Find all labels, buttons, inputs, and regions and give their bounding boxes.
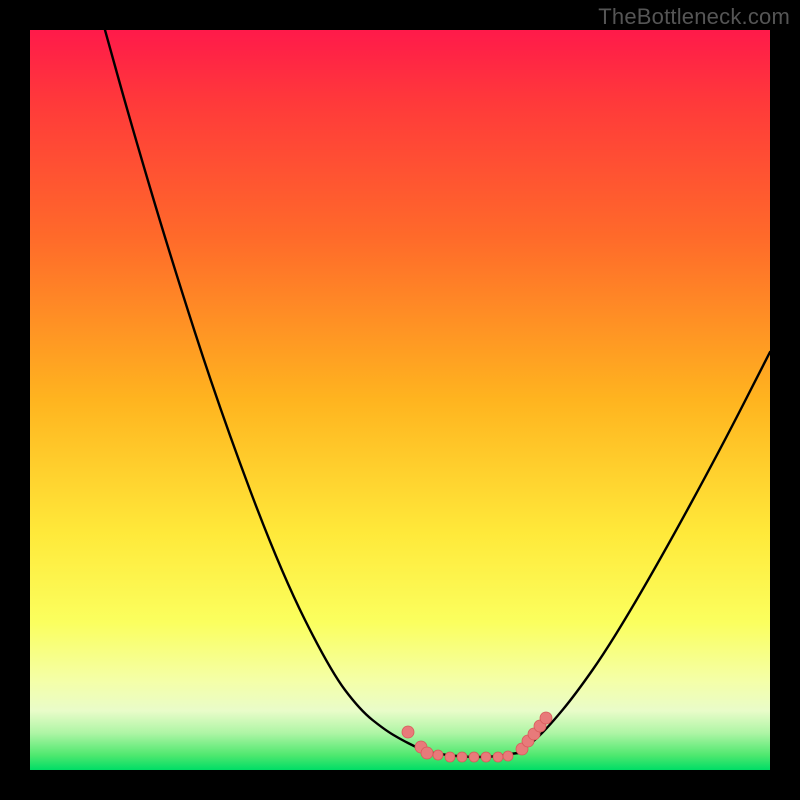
valley-marker	[540, 712, 552, 724]
valley-marker	[457, 752, 467, 762]
valley-marker	[493, 752, 503, 762]
bottleneck-curve	[105, 30, 770, 757]
curve-overlay	[30, 30, 770, 770]
curve-left-branch	[105, 30, 428, 752]
valley-marker	[445, 752, 455, 762]
valley-marker	[421, 747, 433, 759]
valley-marker	[469, 752, 479, 762]
watermark-text: TheBottleneck.com	[598, 4, 790, 30]
valley-marker	[503, 751, 513, 761]
curve-right-branch	[518, 352, 770, 753]
plot-area	[30, 30, 770, 770]
valley-marker	[402, 726, 414, 738]
valley-marker	[481, 752, 491, 762]
valley-markers	[402, 712, 552, 762]
valley-marker	[433, 750, 443, 760]
chart-frame: TheBottleneck.com	[0, 0, 800, 800]
